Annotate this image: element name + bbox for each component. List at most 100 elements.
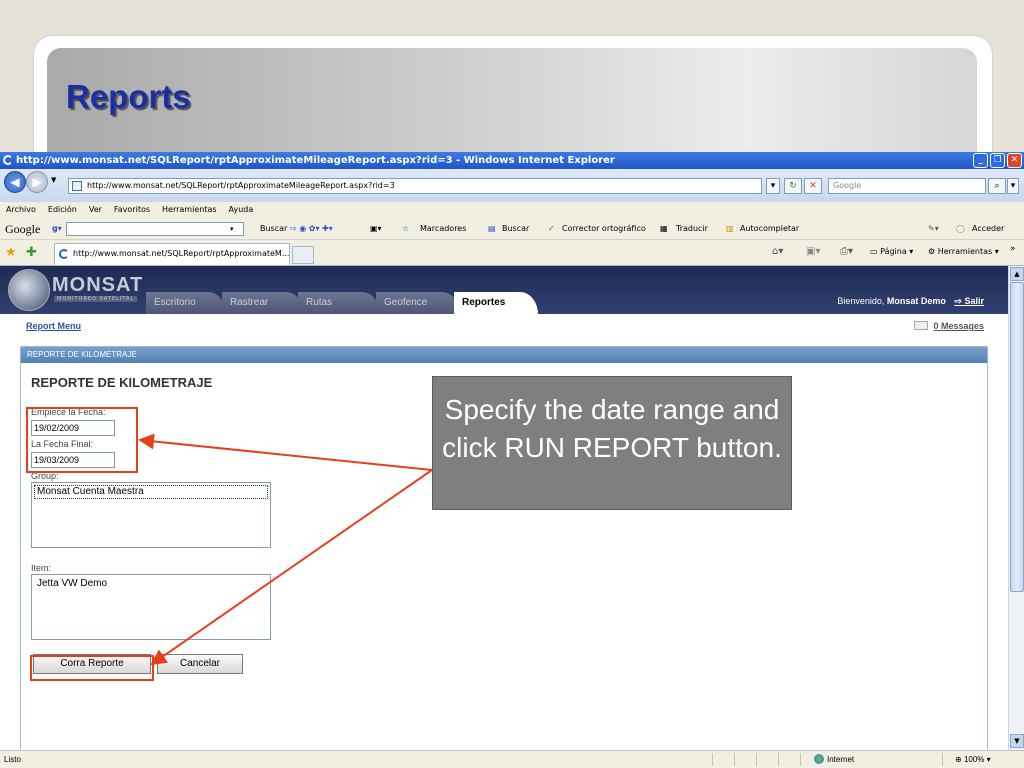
group-listbox[interactable]: Monsat Cuenta Maestra bbox=[31, 482, 271, 548]
tab-reportes[interactable]: Reportes bbox=[454, 292, 538, 314]
menu-edicion[interactable]: Edición bbox=[48, 202, 77, 218]
herramientas-label: Herramientas bbox=[937, 247, 993, 256]
autocompletar-button[interactable]: Autocompletar bbox=[740, 218, 799, 240]
date-range-highlight bbox=[26, 407, 138, 473]
tab-ie-icon bbox=[59, 249, 69, 259]
scroll-thumb[interactable] bbox=[1010, 282, 1024, 592]
menu-herramientas[interactable]: Herramientas bbox=[162, 202, 217, 218]
welcome-area: Bienvenido, Monsat Demo ⇨ Salir bbox=[837, 296, 984, 307]
refresh-icon[interactable]: ↻ bbox=[784, 178, 802, 194]
tab-rastrear[interactable]: Rastrear bbox=[222, 292, 304, 314]
corrector-button[interactable]: Corrector ortográfico bbox=[562, 218, 646, 240]
slide-title: Reports bbox=[66, 78, 191, 115]
magnifier-icon[interactable]: ▤ bbox=[488, 218, 496, 240]
search-options-button[interactable]: ▾ bbox=[1007, 178, 1019, 194]
acceder-button[interactable]: Acceder bbox=[972, 218, 1004, 240]
traducir-button[interactable]: Traducir bbox=[676, 218, 708, 240]
status-bar: Listo Internet ⊕ 100% ▾ bbox=[0, 750, 1024, 768]
minimize-button[interactable]: _ bbox=[973, 153, 988, 168]
restore-button[interactable]: ❐ bbox=[990, 153, 1005, 168]
monsat-logo: MONSAT MONITOREO SATELITAL bbox=[8, 269, 146, 311]
google-g-icon[interactable]: g▾ bbox=[52, 218, 62, 240]
autofill-icon[interactable]: ▥ bbox=[726, 218, 734, 240]
marcadores-button[interactable]: Marcadores bbox=[420, 218, 466, 240]
window-title: http://www.monsat.net/SQLReport/rptAppro… bbox=[16, 155, 615, 166]
instruction-callout: Specify the date range and click RUN REP… bbox=[432, 376, 792, 510]
vertical-scrollbar[interactable]: ▲ ▼ bbox=[1008, 266, 1024, 750]
logout-link[interactable]: ⇨ Salir bbox=[954, 296, 984, 306]
buscar-button[interactable]: Buscar bbox=[502, 218, 529, 240]
ie-logo-icon bbox=[3, 155, 13, 165]
back-button[interactable]: ◀ bbox=[4, 171, 26, 193]
status-separator bbox=[942, 753, 943, 766]
panel-title: REPORTE DE KILOMETRAJE bbox=[21, 347, 987, 363]
close-button[interactable]: ✕ bbox=[1007, 153, 1022, 168]
pagina-menu[interactable]: ▭ Página ▾ bbox=[870, 247, 913, 256]
menu-favoritos[interactable]: Favoritos bbox=[114, 202, 150, 218]
add-favorites-icon[interactable]: ✚ bbox=[26, 245, 37, 260]
logout-label: Salir bbox=[964, 296, 984, 306]
url-input[interactable]: http://www.monsat.net/SQLReport/rptAppro… bbox=[68, 178, 762, 194]
herramientas-menu[interactable]: ⚙ Herramientas ▾ bbox=[928, 247, 999, 256]
status-separator bbox=[778, 753, 779, 766]
scroll-down-button[interactable]: ▼ bbox=[1010, 734, 1024, 748]
pagina-label: Página bbox=[880, 247, 907, 256]
status-separator bbox=[800, 753, 801, 766]
favorites-star-icon[interactable]: ★ bbox=[5, 245, 17, 260]
user-name: Monsat Demo bbox=[886, 296, 946, 306]
cancel-button[interactable]: Cancelar bbox=[157, 654, 243, 674]
app-header: MONSAT MONITOREO SATELITAL Escritorio Ra… bbox=[0, 266, 1008, 314]
menu-ver[interactable]: Ver bbox=[89, 202, 102, 218]
tab-escritorio[interactable]: Escritorio bbox=[146, 292, 226, 314]
page-menu-icon[interactable]: ▣▾ bbox=[370, 218, 382, 240]
search-input[interactable]: Google bbox=[828, 178, 986, 194]
status-separator bbox=[756, 753, 757, 766]
menu-ayuda[interactable]: Ayuda bbox=[229, 202, 254, 218]
print-icon[interactable]: ⎙▾ bbox=[840, 246, 853, 257]
search-icon[interactable]: ⌕ bbox=[988, 178, 1006, 194]
logo-text: MONSAT bbox=[52, 274, 144, 296]
translate-icon[interactable]: ▦ bbox=[660, 218, 668, 240]
bookmark-star-icon[interactable]: ☆ bbox=[402, 218, 409, 240]
globe-icon bbox=[8, 269, 50, 311]
google-search-dropdown-icon[interactable]: ▾ bbox=[230, 218, 234, 240]
google-logo: Google bbox=[5, 222, 41, 236]
new-tab-button[interactable] bbox=[292, 246, 314, 264]
envelope-icon bbox=[914, 321, 929, 330]
home-icon[interactable]: ⌂▾ bbox=[772, 246, 783, 257]
group-option[interactable]: Monsat Cuenta Maestra bbox=[34, 485, 268, 499]
run-button-highlight bbox=[30, 655, 154, 681]
tab-geofence[interactable]: Geofence bbox=[376, 292, 460, 314]
wrench-icon[interactable]: ✎▾ bbox=[928, 218, 939, 240]
item-label: Item: bbox=[31, 563, 52, 573]
url-text: http://www.monsat.net/SQLReport/rptAppro… bbox=[87, 181, 395, 190]
scroll-up-button[interactable]: ▲ bbox=[1010, 267, 1024, 281]
url-dropdown-button[interactable]: ▾ bbox=[766, 178, 780, 194]
window-titlebar: http://www.monsat.net/SQLReport/rptAppro… bbox=[0, 152, 1024, 169]
spellcheck-icon[interactable]: ✓ bbox=[548, 218, 555, 240]
google-buscar-button[interactable]: Buscar bbox=[260, 218, 287, 240]
report-menu-link[interactable]: Report Menu bbox=[26, 321, 81, 331]
item-listbox[interactable]: Jetta VW Demo bbox=[31, 574, 271, 640]
security-zone: Internet bbox=[814, 751, 854, 768]
forward-button[interactable]: ▶ bbox=[26, 171, 48, 193]
zoom-control[interactable]: ⊕ 100% ▾ bbox=[955, 751, 991, 768]
status-separator bbox=[712, 753, 713, 766]
status-text: Listo bbox=[4, 755, 21, 764]
browser-tab[interactable]: http://www.monsat.net/SQLReport/rptAppro… bbox=[54, 243, 290, 265]
feeds-icon[interactable]: ▣▾ bbox=[806, 246, 820, 257]
status-separator bbox=[734, 753, 735, 766]
google-toolbar: Google g▾ ▾ Buscar ⇨ ◉ ✿▾ ✚▾ ▣▾ ☆ Marcad… bbox=[0, 218, 1024, 240]
tab-rutas[interactable]: Rutas bbox=[298, 292, 380, 314]
zoom-level: 100% bbox=[963, 755, 985, 764]
google-search-input[interactable] bbox=[66, 222, 244, 236]
history-dropdown-icon[interactable]: ▼ bbox=[51, 176, 56, 184]
overflow-chevron-icon[interactable]: » bbox=[1010, 244, 1016, 254]
menu-archivo[interactable]: Archivo bbox=[6, 202, 36, 218]
welcome-prefix: Bienvenido, bbox=[837, 296, 885, 306]
item-option[interactable]: Jetta VW Demo bbox=[34, 577, 268, 591]
menu-bar: Archivo Edición Ver Favoritos Herramient… bbox=[0, 202, 1024, 218]
messages-link[interactable]: 0 Messages bbox=[914, 321, 984, 331]
toolbar-icons[interactable]: ⇨ ◉ ✿▾ ✚▾ bbox=[290, 218, 333, 240]
stop-icon[interactable]: ✕ bbox=[804, 178, 822, 194]
